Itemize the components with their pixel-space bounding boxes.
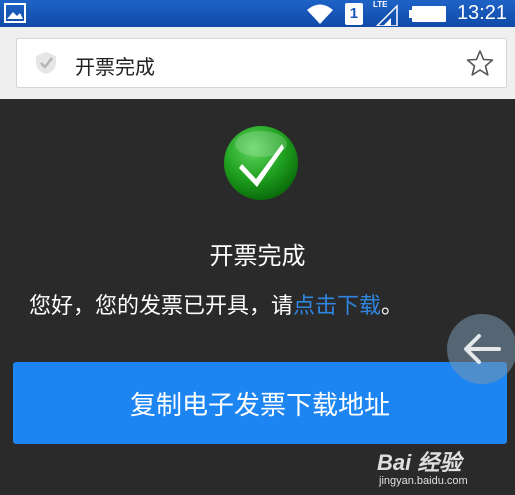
watermark-url: jingyan.baidu.com: [379, 475, 468, 487]
status-bar: 1 LTE 13:21: [0, 0, 515, 27]
watermark-logo: Bai 经验: [377, 450, 462, 475]
browser-toolbar: 开票完成: [0, 27, 515, 99]
gallery-icon: [4, 3, 26, 23]
invoice-message: 您好，您的发票已开具，请点击下载。: [29, 288, 403, 320]
clock: 13:21: [456, 2, 507, 24]
page-heading: 开票完成: [209, 242, 306, 270]
page-title: 开票完成: [75, 55, 155, 79]
star-icon[interactable]: [466, 49, 494, 77]
watermark: Bai 经验 jingyan.baidu.com: [377, 445, 497, 491]
shield-icon[interactable]: [35, 51, 57, 75]
sim-icon: 1: [344, 2, 363, 25]
success-check-icon: [224, 126, 298, 200]
arrow-left-icon: [464, 334, 501, 364]
message-text: 您好，您的发票已开具，请: [29, 294, 294, 319]
wifi-icon: [306, 4, 333, 24]
back-button[interactable]: [447, 314, 515, 384]
download-link[interactable]: 点击下载: [293, 294, 381, 319]
message-end: 。: [381, 294, 404, 319]
sim-slot-label: 1: [349, 5, 359, 22]
signal-icon: LTE: [373, 0, 399, 26]
address-bar[interactable]: 开票完成: [16, 38, 507, 88]
battery-icon: [408, 5, 446, 22]
copy-download-url-button[interactable]: 复制电子发票下载地址: [13, 362, 507, 444]
